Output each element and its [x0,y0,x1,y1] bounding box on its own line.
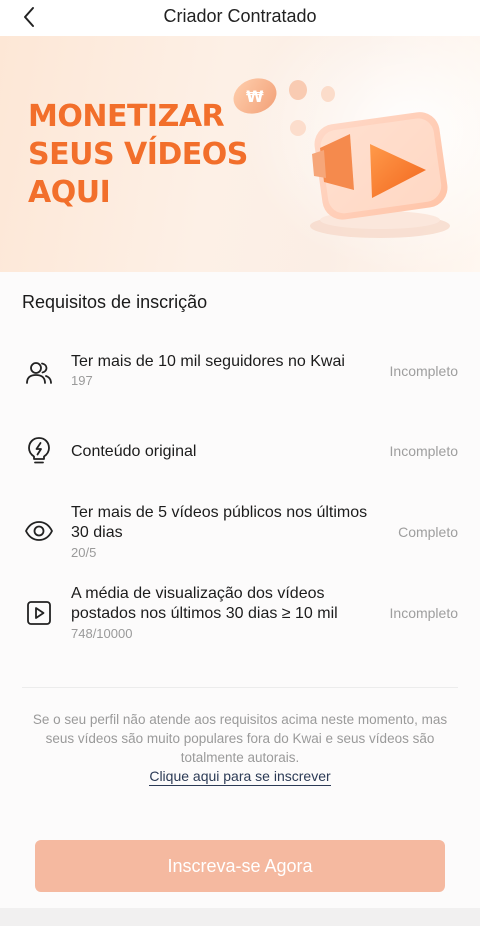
bottom-bar [0,908,480,926]
status-badge: Completo [398,524,458,540]
page-title: Criador Contratado [163,6,317,26]
requirement-title: Ter mais de 5 vídeos públicos nos último… [71,504,368,541]
play-square-icon [24,598,54,628]
info-note: Se o seu perfil não atende aos requisito… [32,712,448,765]
requirement-progress: 20/5 [71,545,97,560]
requirements-title: Requisitos de inscrição [22,292,208,312]
svg-text:₩: ₩ [246,87,264,106]
requirement-progress: 748/10000 [71,626,133,641]
status-badge: Incompleto [389,363,458,379]
status-badge: Incompleto [389,443,458,459]
eye-icon [24,516,54,546]
signup-link[interactable]: Clique aqui para se inscrever [149,768,331,786]
video-play-illustration: ₩ [200,36,480,272]
requirement-title: Ter mais de 10 mil seguidores no Kwai [71,353,345,370]
top-bar: Criador Contratado [0,0,480,36]
requirements-panel: Requisitos de inscrição Ter mais de 10 m… [0,272,480,908]
status-badge: Incompleto [389,605,458,621]
lightbulb-icon [24,435,54,465]
signup-link-container: Clique aqui para se inscrever [0,768,480,786]
promo-banner: MONETIZAR SEUS VÍDEOS AQUI ₩ [0,36,480,272]
requirement-progress: 197 [71,373,93,388]
requirement-title: Conteúdo original [71,443,197,460]
subscribe-now-button[interactable]: Inscreva-se Agora [35,840,445,892]
users-icon [24,358,54,388]
divider [22,687,458,688]
requirement-title: A média de visualização dos vídeos posta… [71,585,338,622]
